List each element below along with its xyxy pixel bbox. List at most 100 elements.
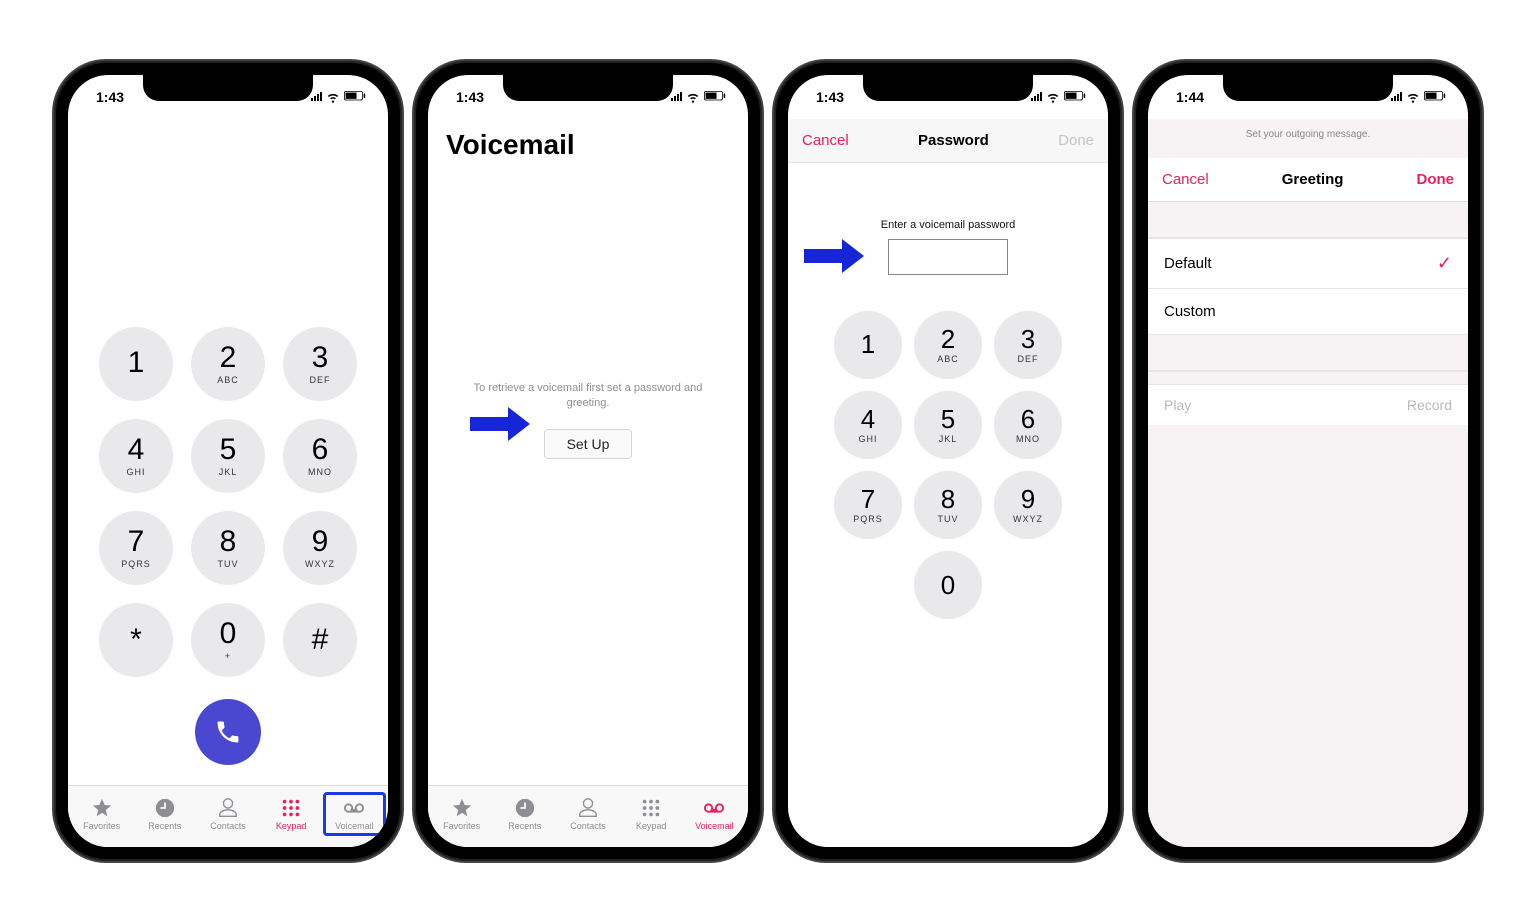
call-button[interactable] <box>195 699 261 765</box>
nav-title: Password <box>918 132 989 149</box>
key-6[interactable]: 6MNO <box>994 391 1062 459</box>
tab-contacts[interactable]: Contacts <box>556 797 619 831</box>
voicemail-title: Voicemail <box>428 119 748 161</box>
done-button-disabled: Done <box>1058 132 1094 149</box>
key-4[interactable]: 4GHI <box>834 391 902 459</box>
person-icon <box>217 797 239 819</box>
notch <box>503 75 673 101</box>
phone-frame-1: 1:43 1 2ABC 3DEF 4GHI 5JKL 6MNO 7PQRS 8T… <box>54 61 402 861</box>
key-7[interactable]: 7PQRS <box>99 511 173 585</box>
play-button-disabled: Play <box>1164 397 1191 413</box>
voicemail-icon <box>703 797 725 819</box>
nav-title: Greeting <box>1282 171 1344 188</box>
done-button[interactable]: Done <box>1416 171 1454 188</box>
key-8[interactable]: 8TUV <box>191 511 265 585</box>
password-input[interactable] <box>888 239 1008 275</box>
status-indicators <box>1391 90 1446 104</box>
battery-icon <box>344 91 366 102</box>
greeting-option-custom[interactable]: Custom <box>1148 289 1468 335</box>
key-5[interactable]: 5JKL <box>191 419 265 493</box>
key-2[interactable]: 2ABC <box>191 327 265 401</box>
key-4[interactable]: 4GHI <box>99 419 173 493</box>
notch <box>863 75 1033 101</box>
key-9[interactable]: 9WXYZ <box>283 511 357 585</box>
phone-frame-4: 1:44 Set your outgoing message. Cancel G… <box>1134 61 1482 861</box>
section-spacer <box>1148 335 1468 371</box>
dial-keypad: 1 2ABC 3DEF 4GHI 5JKL 6MNO 7PQRS 8TUV 9W… <box>99 327 357 677</box>
status-indicators <box>1031 90 1086 104</box>
key-0[interactable]: 0 <box>914 551 982 619</box>
voicemail-icon <box>343 797 365 819</box>
notch <box>143 75 313 101</box>
tab-keypad[interactable]: Keypad <box>620 797 683 831</box>
key-9[interactable]: 9WXYZ <box>994 471 1062 539</box>
signal-icon <box>1391 92 1402 101</box>
key-2[interactable]: 2ABC <box>914 311 982 379</box>
person-icon <box>577 797 599 819</box>
wifi-icon <box>326 90 340 104</box>
key-star[interactable]: * <box>99 603 173 677</box>
battery-icon <box>704 91 726 102</box>
nav-bar: Cancel Password Done <box>788 119 1108 163</box>
tab-recents[interactable]: Recents <box>493 797 556 831</box>
annotation-arrow <box>470 407 530 441</box>
tab-favorites[interactable]: Favorites <box>70 797 133 831</box>
status-indicators <box>671 90 726 104</box>
signal-icon <box>311 92 322 101</box>
tab-voicemail[interactable]: Voicemail <box>683 797 746 831</box>
greeting-option-label: Custom <box>1164 303 1216 320</box>
key-3[interactable]: 3DEF <box>994 311 1062 379</box>
number-pad: 1 2ABC 3DEF 4GHI 5JKL 6MNO 7PQRS 8TUV 9W… <box>834 311 1062 619</box>
nav-bar: Cancel Greeting Done <box>1148 158 1468 202</box>
key-1[interactable]: 1 <box>834 311 902 379</box>
key-5[interactable]: 5JKL <box>914 391 982 459</box>
star-icon <box>451 797 473 819</box>
signal-icon <box>671 92 682 101</box>
star-icon <box>91 797 113 819</box>
key-8[interactable]: 8TUV <box>914 471 982 539</box>
status-time: 1:43 <box>96 89 124 105</box>
battery-icon <box>1064 91 1086 102</box>
setup-button[interactable]: Set Up <box>544 429 633 459</box>
keypad-icon <box>280 797 302 819</box>
key-7[interactable]: 7PQRS <box>834 471 902 539</box>
annotation-arrow <box>804 239 864 273</box>
outgoing-message-label: Set your outgoing message. <box>1148 129 1468 140</box>
wifi-icon <box>686 90 700 104</box>
greeting-option-label: Default <box>1164 255 1212 272</box>
key-0[interactable]: 0+ <box>191 603 265 677</box>
key-hash[interactable]: # <box>283 603 357 677</box>
key-1[interactable]: 1 <box>99 327 173 401</box>
checkmark-icon: ✓ <box>1437 253 1452 274</box>
greeting-option-default[interactable]: Default ✓ <box>1148 238 1468 289</box>
tab-recents[interactable]: Recents <box>133 797 196 831</box>
tab-keypad[interactable]: Keypad <box>260 797 323 831</box>
wifi-icon <box>1406 90 1420 104</box>
tab-contacts[interactable]: Contacts <box>196 797 259 831</box>
phone-icon <box>214 718 242 746</box>
section-spacer <box>1148 202 1468 238</box>
tab-favorites[interactable]: Favorites <box>430 797 493 831</box>
cancel-button[interactable]: Cancel <box>1162 171 1209 188</box>
signal-icon <box>1031 92 1042 101</box>
status-indicators <box>311 90 366 104</box>
key-6[interactable]: 6MNO <box>283 419 357 493</box>
battery-icon <box>1424 91 1446 102</box>
record-button-disabled: Record <box>1407 397 1452 413</box>
cancel-button[interactable]: Cancel <box>802 132 849 149</box>
password-prompt: Enter a voicemail password <box>788 219 1108 231</box>
tab-voicemail[interactable]: Voicemail <box>323 792 386 836</box>
key-3[interactable]: 3DEF <box>283 327 357 401</box>
phone-frame-2: 1:43 Voicemail To retrieve a voicemail f… <box>414 61 762 861</box>
tab-bar: Favorites Recents Contacts Keypad Voicem… <box>428 785 748 847</box>
status-time: 1:43 <box>816 89 844 105</box>
clock-icon <box>514 797 536 819</box>
phone-frame-3: 1:43 Cancel Password Done Enter a voicem… <box>774 61 1122 861</box>
status-time: 1:44 <box>1176 89 1204 105</box>
play-record-row: Play Record <box>1148 385 1468 425</box>
notch <box>1223 75 1393 101</box>
clock-icon <box>154 797 176 819</box>
wifi-icon <box>1046 90 1060 104</box>
status-time: 1:43 <box>456 89 484 105</box>
divider <box>1148 371 1468 385</box>
